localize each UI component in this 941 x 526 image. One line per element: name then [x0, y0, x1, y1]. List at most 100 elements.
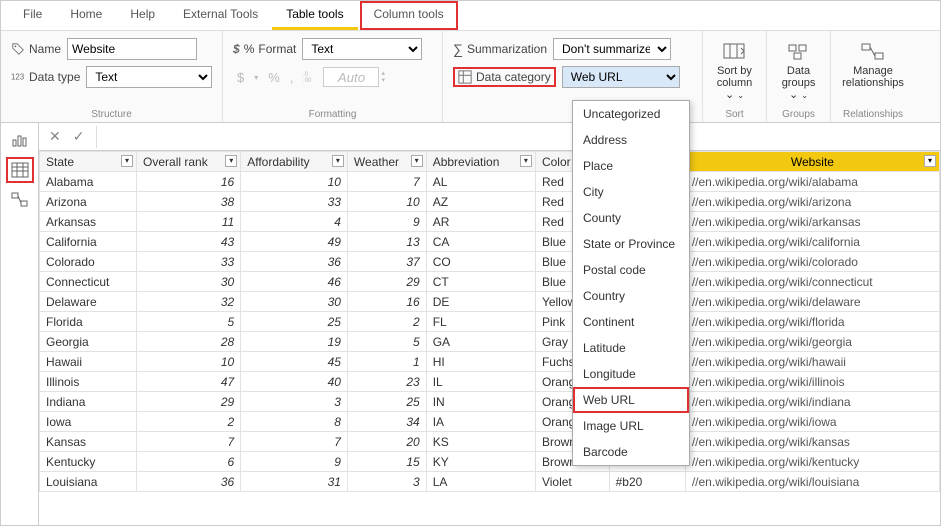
table-cell[interactable]: 38 [137, 192, 241, 212]
report-view-button[interactable] [6, 127, 34, 153]
table-cell[interactable]: Delaware [40, 292, 137, 312]
dropdown-item-longitude[interactable]: Longitude [573, 361, 689, 387]
table-cell[interactable]: Illinois [40, 372, 137, 392]
table-cell[interactable]: 8 [241, 412, 348, 432]
table-cell[interactable]: 29 [137, 392, 241, 412]
table-cell[interactable]: 40 [241, 372, 348, 392]
commit-formula-button[interactable]: ✓ [73, 128, 85, 145]
table-cell[interactable]: 19 [241, 332, 348, 352]
table-cell[interactable]: AR [426, 212, 535, 232]
column-header[interactable]: Abbreviation▾ [426, 152, 535, 172]
table-cell[interactable]: 7 [241, 432, 348, 452]
table-cell[interactable]: DE [426, 292, 535, 312]
table-cell[interactable]: 43 [137, 232, 241, 252]
dropdown-item-image-url[interactable]: Image URL [573, 413, 689, 439]
ribbon-tab-table-tools[interactable]: Table tools [272, 1, 357, 30]
table-cell[interactable]: //en.wikipedia.org/wiki/arkansas [685, 212, 939, 232]
table-cell[interactable]: //en.wikipedia.org/wiki/indiana [685, 392, 939, 412]
table-cell[interactable]: 16 [137, 172, 241, 192]
table-cell[interactable]: 7 [347, 172, 426, 192]
table-cell[interactable]: 11 [137, 212, 241, 232]
table-cell[interactable]: Florida [40, 312, 137, 332]
table-cell[interactable]: Indiana [40, 392, 137, 412]
table-cell[interactable]: 10 [347, 192, 426, 212]
table-cell[interactable]: CT [426, 272, 535, 292]
table-cell[interactable]: 20 [347, 432, 426, 452]
table-cell[interactable]: 28 [137, 332, 241, 352]
column-header[interactable]: Weather▾ [347, 152, 426, 172]
table-cell[interactable]: //en.wikipedia.org/wiki/colorado [685, 252, 939, 272]
table-cell[interactable]: //en.wikipedia.org/wiki/arizona [685, 192, 939, 212]
dropdown-item-uncategorized[interactable]: Uncategorized [573, 101, 689, 127]
thousands-button[interactable]: , [286, 70, 298, 85]
dropdown-item-state-or-province[interactable]: State or Province [573, 231, 689, 257]
ribbon-tab-home[interactable]: Home [56, 1, 116, 30]
column-header[interactable]: Overall rank▾ [137, 152, 241, 172]
table-row[interactable]: Kansas7720KSBrown#a50//en.wikipedia.org/… [40, 432, 940, 452]
table-cell[interactable]: 2 [347, 312, 426, 332]
table-cell[interactable]: IN [426, 392, 535, 412]
table-cell[interactable]: 5 [347, 332, 426, 352]
table-cell[interactable]: Iowa [40, 412, 137, 432]
table-cell[interactable]: Connecticut [40, 272, 137, 292]
table-cell[interactable]: Violet [535, 472, 609, 492]
table-cell[interactable]: //en.wikipedia.org/wiki/connecticut [685, 272, 939, 292]
table-cell[interactable]: //en.wikipedia.org/wiki/florida [685, 312, 939, 332]
table-cell[interactable]: //en.wikipedia.org/wiki/illinois [685, 372, 939, 392]
table-cell[interactable]: 9 [347, 212, 426, 232]
table-cell[interactable]: HI [426, 352, 535, 372]
table-cell[interactable]: 6 [137, 452, 241, 472]
ribbon-tab-column-tools[interactable]: Column tools [360, 1, 458, 30]
table-cell[interactable]: Colorado [40, 252, 137, 272]
table-row[interactable]: Connecticut304629CTBlue#b20//en.wikipedi… [40, 272, 940, 292]
dropdown-item-county[interactable]: County [573, 205, 689, 231]
filter-icon[interactable]: ▾ [520, 155, 532, 167]
table-row[interactable]: Delaware323016DEYellow#b20//en.wikipedia… [40, 292, 940, 312]
table-cell[interactable]: #b20 [609, 472, 685, 492]
table-cell[interactable]: //en.wikipedia.org/wiki/iowa [685, 412, 939, 432]
datacategory-select[interactable]: Web URL [562, 66, 680, 88]
table-cell[interactable]: 47 [137, 372, 241, 392]
table-row[interactable]: Indiana29325INOrange#a50//en.wikipedia.o… [40, 392, 940, 412]
table-cell[interactable]: //en.wikipedia.org/wiki/alabama [685, 172, 939, 192]
formula-input[interactable] [96, 126, 940, 148]
table-cell[interactable]: 29 [347, 272, 426, 292]
table-row[interactable]: Kentucky6915KYBrown#a50//en.wikipedia.or… [40, 452, 940, 472]
table-cell[interactable]: 4 [241, 212, 348, 232]
table-row[interactable]: Georgia28195GAGray#ffc0//en.wikipedia.or… [40, 332, 940, 352]
table-cell[interactable]: Kansas [40, 432, 137, 452]
table-row[interactable]: California434913CABlue#b20//en.wikipedia… [40, 232, 940, 252]
table-cell[interactable]: Georgia [40, 332, 137, 352]
table-cell[interactable]: 7 [137, 432, 241, 452]
filter-icon[interactable]: ▾ [121, 155, 133, 167]
table-cell[interactable]: //en.wikipedia.org/wiki/louisiana [685, 472, 939, 492]
table-cell[interactable]: AL [426, 172, 535, 192]
ribbon-tab-external-tools[interactable]: External Tools [169, 1, 272, 30]
table-cell[interactable]: 36 [241, 252, 348, 272]
table-cell[interactable]: FL [426, 312, 535, 332]
table-cell[interactable]: KS [426, 432, 535, 452]
table-cell[interactable]: //en.wikipedia.org/wiki/georgia [685, 332, 939, 352]
column-header[interactable]: Affordability▾ [241, 152, 348, 172]
ribbon-tab-file[interactable]: File [9, 1, 56, 30]
table-cell[interactable]: 5 [137, 312, 241, 332]
table-cell[interactable]: //en.wikipedia.org/wiki/hawaii [685, 352, 939, 372]
dropdown-item-latitude[interactable]: Latitude [573, 335, 689, 361]
column-header[interactable]: State▾ [40, 152, 137, 172]
table-cell[interactable]: 30 [137, 272, 241, 292]
summarization-select[interactable]: Don't summarize [553, 38, 671, 60]
table-cell[interactable]: 32 [137, 292, 241, 312]
table-cell[interactable]: 15 [347, 452, 426, 472]
dropdown-item-country[interactable]: Country [573, 283, 689, 309]
table-cell[interactable]: 34 [347, 412, 426, 432]
dropdown-item-place[interactable]: Place [573, 153, 689, 179]
currency-button[interactable]: $ [233, 70, 248, 85]
sort-by-column-button[interactable]: Sort bycolumn ⌄ ⌄ [713, 37, 756, 105]
table-cell[interactable]: IA [426, 412, 535, 432]
dropdown-item-address[interactable]: Address [573, 127, 689, 153]
table-cell[interactable]: 49 [241, 232, 348, 252]
decimals-button[interactable]: .0.00 [299, 69, 321, 86]
filter-icon[interactable]: ▾ [924, 155, 936, 167]
table-cell[interactable]: IL [426, 372, 535, 392]
datatype-select[interactable]: Text [86, 66, 212, 88]
